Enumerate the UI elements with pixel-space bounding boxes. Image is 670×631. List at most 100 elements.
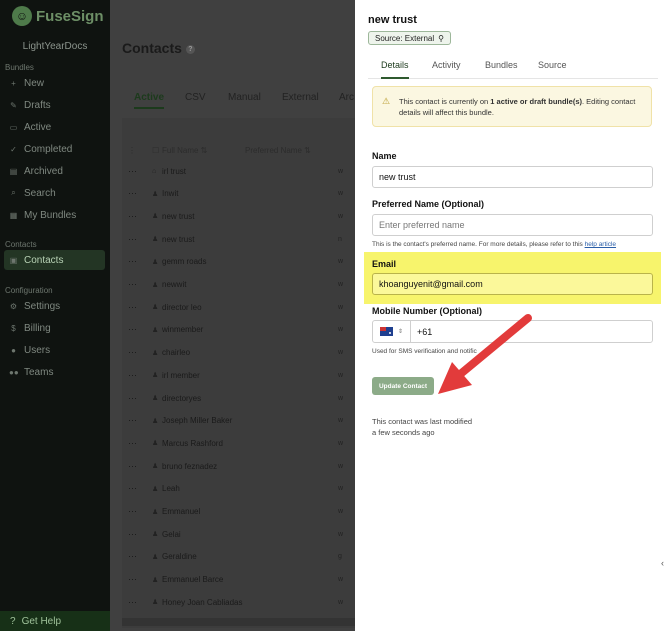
table-row[interactable]: ⋯ ♟ director leo w [122, 296, 355, 318]
row-full-name: Emmanuel Barce [162, 575, 224, 585]
sidebar-item-users[interactable]: ● Users [4, 340, 105, 360]
person-icon: ♟ [152, 599, 159, 607]
preferred-name-field[interactable]: Enter preferred name [372, 214, 653, 236]
person-icon: ♟ [152, 485, 159, 493]
table-row[interactable]: ⋯ ♟ Joseph Miller Baker w [122, 410, 355, 432]
mobile-number-field[interactable]: ⇕ +61 [372, 320, 653, 343]
contact-detail-panel: new trust Source: External ⚲ Details Acti… [355, 0, 670, 631]
column-full-name[interactable]: Full Name ⇅ [162, 146, 245, 155]
table-row[interactable]: ⋯ ♟ Honey Joan Cabliadas w [122, 591, 355, 613]
table-row[interactable]: ⋯ ♟ bruno feznadez w [122, 455, 355, 477]
get-help-label: Get Help [21, 615, 62, 627]
row-menu-icon[interactable]: ⋯ [122, 393, 152, 404]
row-truncated-cell: g [338, 553, 342, 561]
row-menu-icon[interactable]: ⋯ [122, 597, 152, 608]
sidebar-item-new[interactable]: + New [4, 73, 105, 93]
horizontal-scrollbar[interactable] [122, 618, 355, 626]
sidebar-item-archived[interactable]: ▤ Archived [4, 161, 105, 181]
help-circle-icon[interactable]: ? [185, 44, 195, 54]
tab-bundles[interactable]: Bundles [485, 60, 518, 79]
tab-activity[interactable]: Activity [432, 60, 461, 79]
tab-source[interactable]: Source [538, 60, 567, 79]
table-row[interactable]: ⋯ ♟ Gelai w [122, 523, 355, 545]
row-menu-icon[interactable]: ⋯ [122, 529, 152, 540]
row-menu-icon[interactable]: ⋯ [122, 483, 152, 494]
brand[interactable]: ☺ FuseSign [12, 6, 104, 26]
dial-code[interactable]: +61 [411, 327, 432, 337]
row-menu-icon[interactable]: ⋯ [122, 302, 152, 313]
sidebar-item-completed[interactable]: ✓ Completed [4, 139, 105, 159]
tab-active[interactable]: Active [134, 92, 165, 109]
checkbox-header[interactable]: ☐ [152, 146, 162, 155]
row-full-name: irl trust [162, 166, 186, 176]
tab-external[interactable]: External [282, 92, 319, 103]
table-row[interactable]: ⋯ ♟ Emmanuel Barce w [122, 569, 355, 591]
row-menu-icon[interactable]: ⋯ [122, 256, 152, 267]
table-row[interactable]: ⋯ ♟ winmember w [122, 319, 355, 341]
person-icon: ♟ [152, 213, 159, 221]
row-menu-icon[interactable]: ⋯ [122, 211, 152, 222]
column-preferred-name[interactable]: Preferred Name ⇅ [245, 146, 341, 155]
row-menu-icon[interactable]: ⋯ [122, 166, 152, 177]
table-row[interactable]: ⋯ ♟ Marcus Rashford w [122, 432, 355, 454]
source-badge[interactable]: Source: External ⚲ [368, 31, 451, 45]
country-select[interactable]: ⇕ [373, 321, 411, 342]
page-title-text: Contacts [122, 40, 182, 56]
row-full-name: Joseph Miller Baker [162, 416, 233, 426]
sidebar-item-billing[interactable]: $ Billing [4, 318, 105, 338]
row-menu-icon[interactable]: ⋯ [122, 415, 152, 426]
name-field[interactable]: new trust [372, 166, 653, 188]
person-icon: ♟ [152, 576, 159, 584]
table-row[interactable]: ⋯ ♟ Emmanuel w [122, 501, 355, 523]
row-menu-icon[interactable]: ⋯ [122, 461, 152, 472]
sidebar-item-search[interactable]: ⌕ Search [4, 183, 105, 203]
table-row[interactable]: ⋯ ♟ new trust n [122, 228, 355, 250]
row-menu-icon[interactable]: ⋯ [122, 574, 152, 585]
tab-manual[interactable]: Manual [228, 92, 261, 103]
row-truncated-cell: w [338, 349, 344, 357]
tab-details[interactable]: Details [381, 60, 409, 79]
email-field[interactable]: khoanguyenit@gmail.com [372, 273, 653, 295]
row-truncated-cell: w [338, 598, 344, 606]
tab-archived[interactable]: Arc [339, 92, 354, 103]
sidebar-item-label: Users [24, 344, 51, 356]
sidebar-item-drafts[interactable]: ✎ Drafts [4, 95, 105, 115]
row-menu-icon[interactable]: ⋯ [122, 324, 152, 335]
folder-icon: ▭ [9, 122, 18, 132]
sidebar-item-my-bundles[interactable]: ▦ My Bundles [4, 205, 105, 225]
table-row[interactable]: ⋯ ♟ directoryes w [122, 387, 355, 409]
person-icon: ♟ [152, 281, 159, 289]
table-row[interactable]: ⋯ ♟ Inwit w [122, 183, 355, 205]
row-full-name: winmember [162, 325, 204, 335]
panel-title: new trust [368, 14, 417, 26]
row-menu-icon[interactable]: ⋯ [122, 370, 152, 381]
help-article-link[interactable]: help article [585, 241, 616, 248]
update-contact-button[interactable]: Update Contact [372, 377, 434, 395]
row-menu-icon[interactable]: ⋯ [122, 279, 152, 290]
table-row[interactable]: ⋯ ♟ chairleo w [122, 342, 355, 364]
sidebar-item-teams[interactable]: ●● Teams [4, 362, 105, 382]
tab-csv[interactable]: CSV [185, 92, 206, 103]
table-row[interactable]: ⋯ ♟ newwit w [122, 274, 355, 296]
row-full-name: directoryes [162, 393, 202, 403]
get-help-button[interactable]: ? Get Help [0, 611, 110, 631]
row-menu-icon[interactable]: ⋯ [122, 438, 152, 449]
table-row[interactable]: ⋯ ♟ new trust w [122, 205, 355, 227]
table-row[interactable]: ⋯ ♟ Geraldine g [122, 546, 355, 568]
row-menu-icon[interactable]: ⋯ [122, 234, 152, 245]
table-row[interactable]: ⋯ ♟ Leah w [122, 478, 355, 500]
contacts-table: ⋮ ☐ Full Name ⇅ Preferred Name ⇅ ⋯ ⌂ irl t… [122, 118, 355, 628]
table-row[interactable]: ⋯ ♟ gemm roads w [122, 251, 355, 273]
sidebar-item-contacts[interactable]: ▣ Contacts [4, 250, 105, 270]
row-menu-icon[interactable]: ⋯ [122, 188, 152, 199]
chevron-left-icon[interactable]: ‹ [661, 558, 664, 568]
table-row[interactable]: ⋯ ⌂ irl trust w [122, 160, 355, 182]
sidebar-item-settings[interactable]: ⚙ Settings [4, 296, 105, 316]
sidebar-item-label: Search [24, 187, 56, 199]
row-menu-icon[interactable]: ⋯ [122, 347, 152, 358]
sidebar-item-active[interactable]: ▭ Active [4, 117, 105, 137]
table-row[interactable]: ⋯ ♟ irl member w [122, 364, 355, 386]
search-icon: ⌕ [11, 188, 16, 197]
row-menu-icon[interactable]: ⋯ [122, 506, 152, 517]
row-menu-icon[interactable]: ⋯ [122, 551, 152, 562]
